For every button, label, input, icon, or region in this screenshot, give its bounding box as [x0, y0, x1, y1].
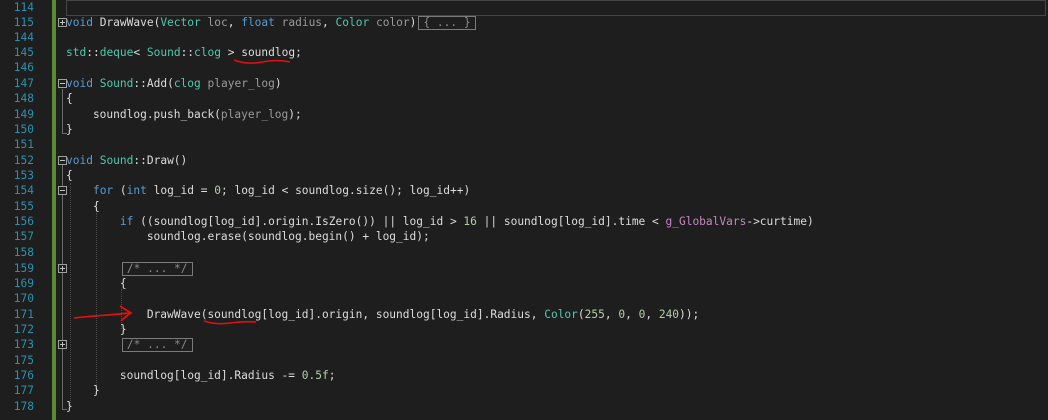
- line-code: /* ... */: [66, 337, 193, 352]
- line-number: 153: [13, 169, 34, 182]
- line-number: 169: [13, 277, 34, 290]
- line-number: 114: [13, 1, 34, 14]
- code-line[interactable]: 169 {: [0, 276, 1048, 291]
- code-line[interactable]: 158: [0, 245, 1048, 260]
- line-number: 175: [13, 354, 34, 367]
- line-code: {: [66, 200, 100, 213]
- line-number: 159: [13, 262, 34, 275]
- line-code: DrawWave(soundlog[log_id].origin, soundl…: [66, 308, 700, 321]
- code-line[interactable]: 178 }: [0, 399, 1048, 414]
- line-number: 148: [13, 92, 34, 105]
- line-code: {: [66, 277, 127, 290]
- code-line[interactable]: 146: [0, 60, 1048, 75]
- collapsed-comment[interactable]: /* ... */: [121, 262, 193, 276]
- line-code: void DrawWave(Vector loc, float radius, …: [66, 15, 476, 30]
- line-code: }: [66, 123, 73, 136]
- line-code: }: [66, 400, 73, 413]
- code-line[interactable]: 153 {: [0, 168, 1048, 183]
- line-number: 178: [13, 400, 34, 413]
- code-line[interactable]: 147 void Sound::Add(clog player_log): [0, 76, 1048, 91]
- line-number: 150: [13, 123, 34, 136]
- underline-annotation-soundlog-171: [203, 320, 257, 325]
- code-line[interactable]: 177 }: [0, 383, 1048, 398]
- line-number: 171: [13, 308, 34, 321]
- code-line[interactable]: 170: [0, 291, 1048, 306]
- code-line[interactable]: 155 {: [0, 199, 1048, 214]
- line-code: if ((soundlog[log_id].origin.IsZero()) |…: [119, 215, 814, 228]
- code-line[interactable]: 157 soundlog.erase(soundlog.begin() + lo…: [0, 229, 1048, 244]
- line-code: {: [66, 169, 73, 182]
- line-number: 176: [13, 369, 34, 382]
- line-code: for (int log_id = 0; log_id < soundlog.s…: [92, 184, 471, 197]
- code-line[interactable]: 171 DrawWave(soundlog[log_id].origin, so…: [0, 307, 1048, 322]
- arrow-annotation-icon: [73, 305, 133, 322]
- line-code: soundlog.push_back(player_log);: [66, 108, 302, 121]
- code-line[interactable]: 173 /* ... */: [0, 337, 1048, 352]
- underline-annotation-soundlog-145: [233, 59, 291, 64]
- line-code: }: [66, 384, 100, 397]
- line-number: 151: [13, 138, 34, 151]
- line-number: 170: [13, 292, 34, 305]
- line-number: 158: [13, 246, 34, 259]
- line-code: }: [66, 323, 127, 336]
- line-code: soundlog.erase(soundlog.begin() + log_id…: [66, 230, 430, 243]
- line-number: 177: [13, 384, 34, 397]
- code-line[interactable]: 148 {: [0, 91, 1048, 106]
- line-number: 156: [13, 215, 34, 228]
- code-line[interactable]: 175: [0, 353, 1048, 368]
- line-code: /* ... */: [66, 261, 193, 276]
- line-number: 155: [13, 200, 34, 213]
- line-number: 115: [13, 16, 34, 29]
- collapsed-region[interactable]: { ... }: [418, 16, 476, 30]
- collapsed-comment[interactable]: /* ... */: [121, 338, 193, 352]
- line-number: 173: [13, 338, 34, 351]
- line-number: 145: [13, 46, 34, 59]
- code-line[interactable]: 154 for (int log_id = 0; log_id < soundl…: [0, 183, 1048, 198]
- code-line[interactable]: 145 std::deque< Sound::clog > soundlog;: [0, 45, 1048, 60]
- code-line[interactable]: 172 }: [0, 322, 1048, 337]
- line-number: 146: [13, 61, 34, 74]
- code-line[interactable]: 149 soundlog.push_back(player_log);: [0, 107, 1048, 122]
- code-line[interactable]: 150 }: [0, 122, 1048, 137]
- line-number: 149: [13, 108, 34, 121]
- code-line[interactable]: 151: [0, 137, 1048, 152]
- line-number: 157: [13, 230, 34, 243]
- line-code: soundlog[log_id].Radius -= 0.5f;: [66, 369, 336, 382]
- code-line[interactable]: 144: [0, 30, 1048, 45]
- code-line[interactable]: 114: [0, 0, 1048, 15]
- line-number: 147: [13, 77, 34, 90]
- line-number: 152: [13, 154, 34, 167]
- line-code: void Sound::Add(clog player_log): [66, 77, 282, 90]
- line-number: 154: [13, 184, 34, 197]
- line-code: void Sound::Draw(): [66, 154, 188, 167]
- code-editor[interactable]: 114 115 void DrawWave(Vector loc, float …: [0, 0, 1048, 420]
- line-code: {: [66, 92, 73, 105]
- line-number: 144: [13, 31, 34, 44]
- code-line[interactable]: 156 if ((soundlog[log_id].origin.IsZero(…: [0, 214, 1048, 229]
- code-line[interactable]: 115 void DrawWave(Vector loc, float radi…: [0, 15, 1048, 30]
- code-line[interactable]: 159 /* ... */: [0, 261, 1048, 276]
- line-number: 172: [13, 323, 34, 336]
- code-line[interactable]: 176 soundlog[log_id].Radius -= 0.5f;: [0, 368, 1048, 383]
- code-line[interactable]: 152 void Sound::Draw(): [0, 153, 1048, 168]
